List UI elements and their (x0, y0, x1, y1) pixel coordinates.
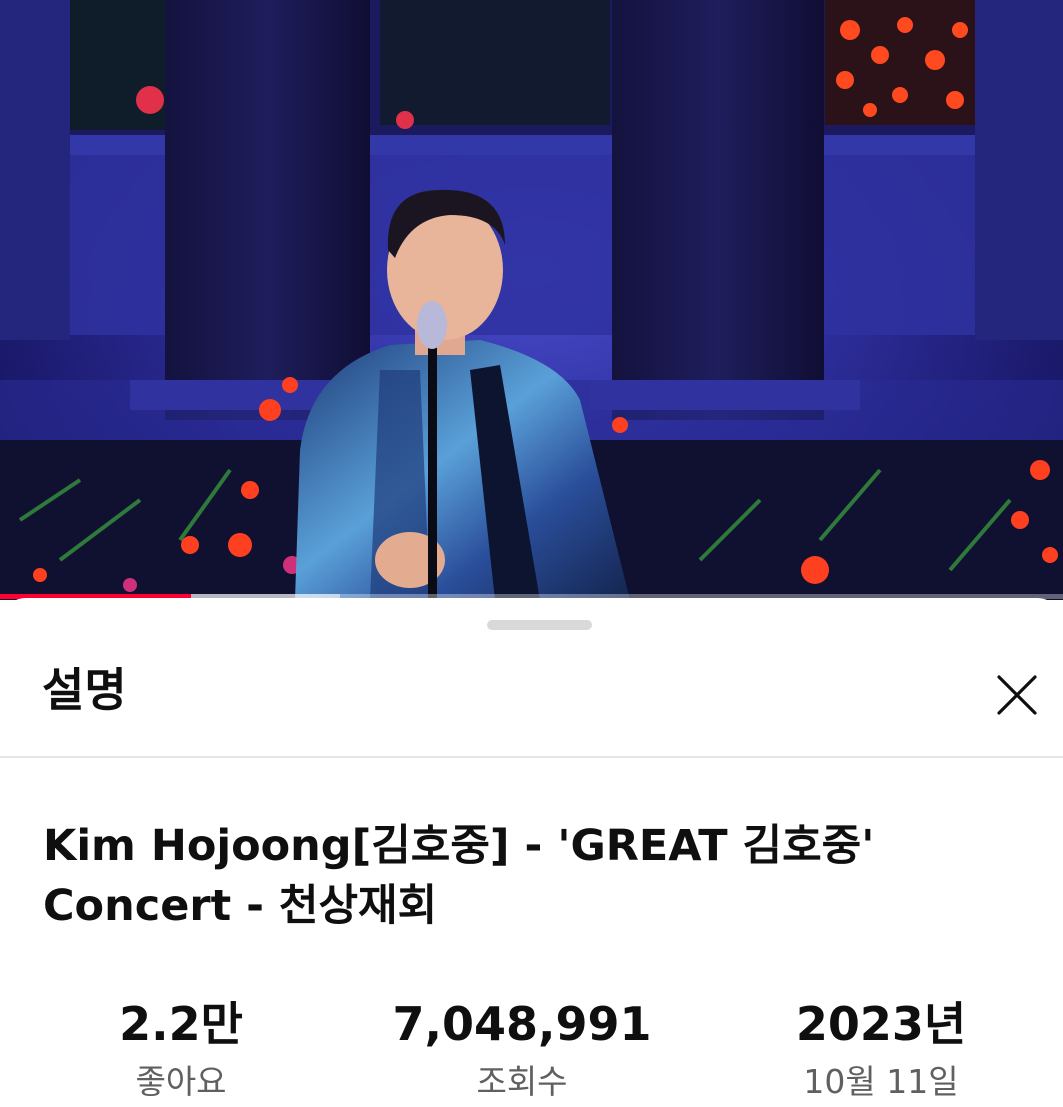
video-stats: 2.2만 좋아요 7,048,991 조회수 2023년 10월 11일 (0, 996, 1063, 1106)
likes-count: 2.2만 (119, 997, 243, 1051)
likes-stat: 2.2만 좋아요 (21, 996, 341, 1102)
description-sheet: 설명 Kim Hojoong[김호중] - 'GREAT 김호중' Concer… (0, 598, 1063, 1107)
upload-date-stat: 2023년 10월 11일 (721, 996, 1041, 1102)
drag-handle[interactable] (487, 620, 592, 630)
video-frame (0, 0, 1063, 600)
screen: 설명 Kim Hojoong[김호중] - 'GREAT 김호중' Concer… (0, 0, 1063, 1107)
views-label: 조회수 (476, 1062, 568, 1101)
video-player[interactable] (0, 0, 1063, 600)
views-stat: 7,048,991 조회수 (362, 996, 682, 1102)
header-divider (0, 756, 1063, 758)
close-icon (997, 675, 1037, 715)
views-count: 7,048,991 (392, 997, 652, 1051)
close-button[interactable] (986, 664, 1048, 726)
sheet-title: 설명 (42, 663, 127, 717)
likes-label: 좋아요 (135, 1062, 227, 1101)
upload-month-day: 10월 11일 (803, 1062, 959, 1101)
upload-year: 2023년 (795, 997, 967, 1051)
video-title: Kim Hojoong[김호중] - 'GREAT 김호중' Concert -… (43, 821, 875, 931)
